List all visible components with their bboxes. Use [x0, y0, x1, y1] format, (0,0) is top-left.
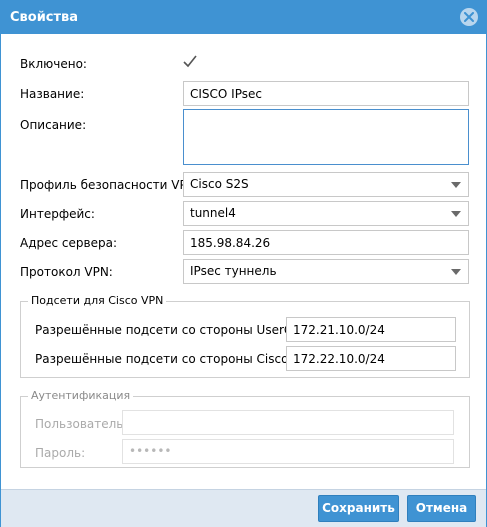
cancel-button[interactable]: Отмена	[407, 495, 476, 522]
usergate-subnets-label: Разрешённые подсети со стороны UserGate:	[35, 323, 317, 337]
interface-value: tunnel4	[190, 206, 236, 220]
checkmark-icon	[183, 55, 197, 68]
description-label: Описание:	[20, 118, 87, 132]
user-input	[122, 410, 454, 435]
cisco-subnets-input[interactable]	[286, 346, 456, 371]
server-address-label: Адрес сервера:	[20, 236, 117, 250]
cisco-subnets-legend: Подсети для Cisco VPN	[28, 294, 167, 307]
properties-dialog: Свойства Включено: Название: Описание: П…	[0, 0, 487, 527]
user-label: Пользователь:	[35, 417, 128, 431]
close-button[interactable]	[460, 8, 478, 26]
close-icon	[464, 12, 474, 22]
dialog-footer: Сохранить Отмена	[1, 489, 486, 527]
enabled-checkbox[interactable]	[182, 54, 198, 70]
chevron-down-icon	[451, 182, 461, 188]
interface-label: Интерфейс:	[20, 207, 95, 221]
enabled-label: Включено:	[20, 57, 87, 71]
cisco-subnets-label: Разрешённые подсети со стороны Cisco:	[35, 352, 293, 366]
dialog-title: Свойства	[10, 10, 79, 25]
vpn-profile-value: Cisco S2S	[190, 177, 249, 191]
description-textarea[interactable]	[183, 109, 469, 165]
vpn-protocol-label: Протокол VPN:	[20, 265, 113, 279]
vpn-profile-label: Профиль безопасности VPN:	[20, 178, 200, 192]
vpn-profile-select[interactable]: Cisco S2S	[183, 172, 469, 197]
authentication-legend: Аутентификация	[28, 389, 134, 402]
name-label: Название:	[20, 87, 85, 101]
vpn-protocol-select[interactable]: IPsec туннель	[183, 259, 469, 284]
usergate-subnets-input[interactable]	[286, 317, 456, 342]
password-mask: ••••••	[129, 444, 172, 458]
save-button[interactable]: Сохранить	[318, 495, 399, 522]
chevron-down-icon	[451, 269, 461, 275]
chevron-down-icon	[451, 211, 461, 217]
name-input[interactable]	[183, 81, 469, 106]
password-input: ••••••	[122, 439, 454, 464]
server-address-input[interactable]	[183, 230, 469, 255]
interface-select[interactable]: tunnel4	[183, 201, 469, 226]
password-label: Пароль:	[35, 446, 86, 460]
title-bar: Свойства	[1, 1, 486, 34]
vpn-protocol-value: IPsec туннель	[190, 264, 277, 278]
